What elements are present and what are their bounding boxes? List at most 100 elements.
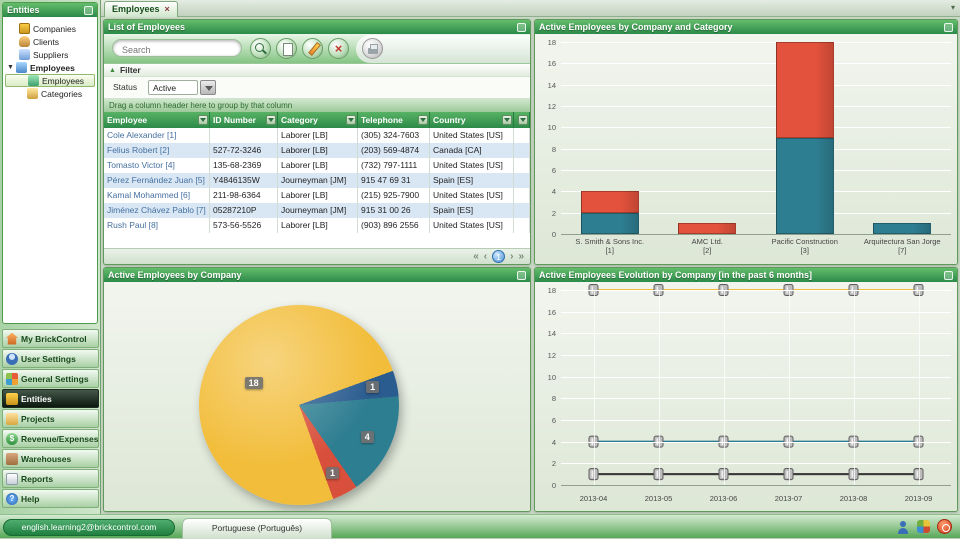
filter-collapse-bar[interactable]: ▲ Filter [104,64,530,77]
column-filter-icon[interactable] [346,115,356,125]
gridline [561,149,951,150]
table-row[interactable]: Tomasto Victor [4]135-68-2369Laborer [LB… [104,158,530,173]
theme-palette-icon[interactable] [917,520,930,533]
line-chart-xlabels: 2013-042013-052013-062013-072013-082013-… [561,494,951,506]
pie-value-label: 1 [366,381,379,393]
tab-close-icon[interactable]: × [165,4,170,14]
prev-page-button[interactable]: ‹ [484,250,487,264]
table-cell-filler [514,128,530,143]
column-filter-icon[interactable] [518,115,528,125]
employee-link[interactable]: Pérez Fernández Juan [5] [104,173,210,188]
table-row[interactable]: Rush Paul [8]573-56-5526Laborer [LB](903… [104,218,530,233]
column-header-employee[interactable]: Employee [104,112,210,128]
logout-power-icon[interactable] [937,519,952,534]
language-selector[interactable]: Portuguese (Português) [182,518,332,539]
table-row[interactable]: Kamal Mohammed [6]211-98-6364Laborer [LB… [104,188,530,203]
panel-collapse-icon[interactable] [944,271,953,280]
status-select[interactable]: Active [148,80,198,95]
column-header-country[interactable]: Country [430,112,514,128]
line-chart-svg [561,290,951,485]
edit-button[interactable] [302,38,323,59]
column-filter-icon[interactable] [266,115,276,125]
menu-item-entities[interactable]: Entities [2,389,99,408]
column-filter-icon[interactable] [418,115,428,125]
employee-link[interactable]: Jiménez Chávez Pablo [7] [104,203,210,218]
search-input[interactable] [113,42,241,58]
panel-collapse-icon[interactable] [84,6,93,15]
categories-icon [27,88,38,99]
list-toolbar [104,34,530,64]
status-dropdown-icon[interactable] [200,80,216,95]
last-page-button[interactable]: » [518,250,524,264]
table-cell: United States [US] [430,218,514,233]
x-axis-label: Pacific Construction[3] [750,237,860,256]
status-bar: english.learning2@brickcontrol.com Portu… [0,514,960,538]
pagination-bar: « ‹ 1 › » [104,248,530,264]
menu-item-label: Revenue/Expenses [21,434,98,444]
account-icon[interactable] [896,520,910,534]
bar-segment [776,42,834,138]
tree-item-clients[interactable]: Clients [5,35,95,48]
column-filter-icon[interactable] [502,115,512,125]
menu-item-label: My BrickControl [21,334,87,344]
tree-expander-icon[interactable]: ▼ [7,64,14,71]
menu-item-user-settings[interactable]: User Settings [2,349,99,368]
column-header-id-number[interactable]: ID Number [210,112,278,128]
employee-link[interactable]: Kamal Mohammed [6] [104,188,210,203]
table-cell: Journeyman [JM] [278,203,358,218]
menu-item-general-settings[interactable]: General Settings [2,369,99,388]
tree-item-companies[interactable]: Companies [5,22,95,35]
current-page-button[interactable]: 1 [492,250,505,263]
column-header-label: ID Number [213,115,256,125]
tab-employees[interactable]: Employees× [104,1,178,17]
new-button[interactable] [276,38,297,59]
y-axis-label: 2 [552,209,556,218]
column-header-category[interactable]: Category [278,112,358,128]
column-header-filler [514,112,530,128]
table-row[interactable]: Jiménez Chávez Pablo [7]05287210PJourney… [104,203,530,218]
panel-collapse-icon[interactable] [944,23,953,32]
menu-item-reports[interactable]: Reports [2,469,99,488]
y-axis-label: 10 [548,373,556,382]
tree-item-label: Employees [30,63,75,73]
table-row[interactable]: Pérez Fernández Juan [5]Y4846135WJourney… [104,173,530,188]
gridline [561,312,951,313]
menu-item-help[interactable]: Help [2,489,99,508]
table-row[interactable]: Cole Alexander [1]Laborer [LB](305) 324-… [104,128,530,143]
table-cell: (215) 925-7900 [358,188,430,203]
panel-collapse-icon[interactable] [517,23,526,32]
bar-chart-panel: Active Employees by Company and Category… [534,19,958,265]
delete-button[interactable] [328,38,349,59]
tree-item-categories[interactable]: Categories [5,87,95,100]
table-cell: 527-72-3246 [210,143,278,158]
grid-filler [104,233,530,248]
bar-chart-body: 024681012141618 S. Smith & Sons Inc.[1]A… [535,34,957,264]
column-filter-icon[interactable] [198,115,208,125]
y-axis-label: 12 [548,102,556,111]
column-header-telephone[interactable]: Telephone [358,112,430,128]
menu-item-my-brickcontrol[interactable]: My BrickControl [2,329,99,348]
tab-list-caret-icon[interactable]: ▾ [951,3,955,12]
main-content: List of Employees ▲ Filter Status Active… [101,17,960,514]
next-page-button[interactable]: › [510,250,513,264]
tree-item-suppliers[interactable]: Suppliers [5,48,95,61]
menu-item-label: Entities [21,394,52,404]
panel-collapse-icon[interactable] [517,271,526,280]
menu-item-warehouses[interactable]: Warehouses [2,449,99,468]
first-page-button[interactable]: « [473,250,479,264]
menu-item-label: Warehouses [21,454,71,464]
employee-link[interactable]: Felius Robert [2] [104,143,210,158]
search-button[interactable] [250,38,271,59]
employee-link[interactable]: Cole Alexander [1] [104,128,210,143]
menu-item-revenue-expenses[interactable]: Revenue/Expenses [2,429,99,448]
bar-segment [581,213,639,234]
employee-link[interactable]: Rush Paul [8] [104,218,210,233]
tree-item-employees[interactable]: Employees [5,74,95,87]
employee-link[interactable]: Tomasto Victor [4] [104,158,210,173]
vertical-gridline [789,290,790,485]
tree-item-employees[interactable]: ▼ Employees [5,61,95,74]
menu-item-projects[interactable]: Projects [2,409,99,428]
employees-grid: EmployeeID Number CategoryTelephoneCountr… [104,112,530,248]
table-row[interactable]: Felius Robert [2]527-72-3246Laborer [LB]… [104,143,530,158]
vertical-gridline [724,290,725,485]
